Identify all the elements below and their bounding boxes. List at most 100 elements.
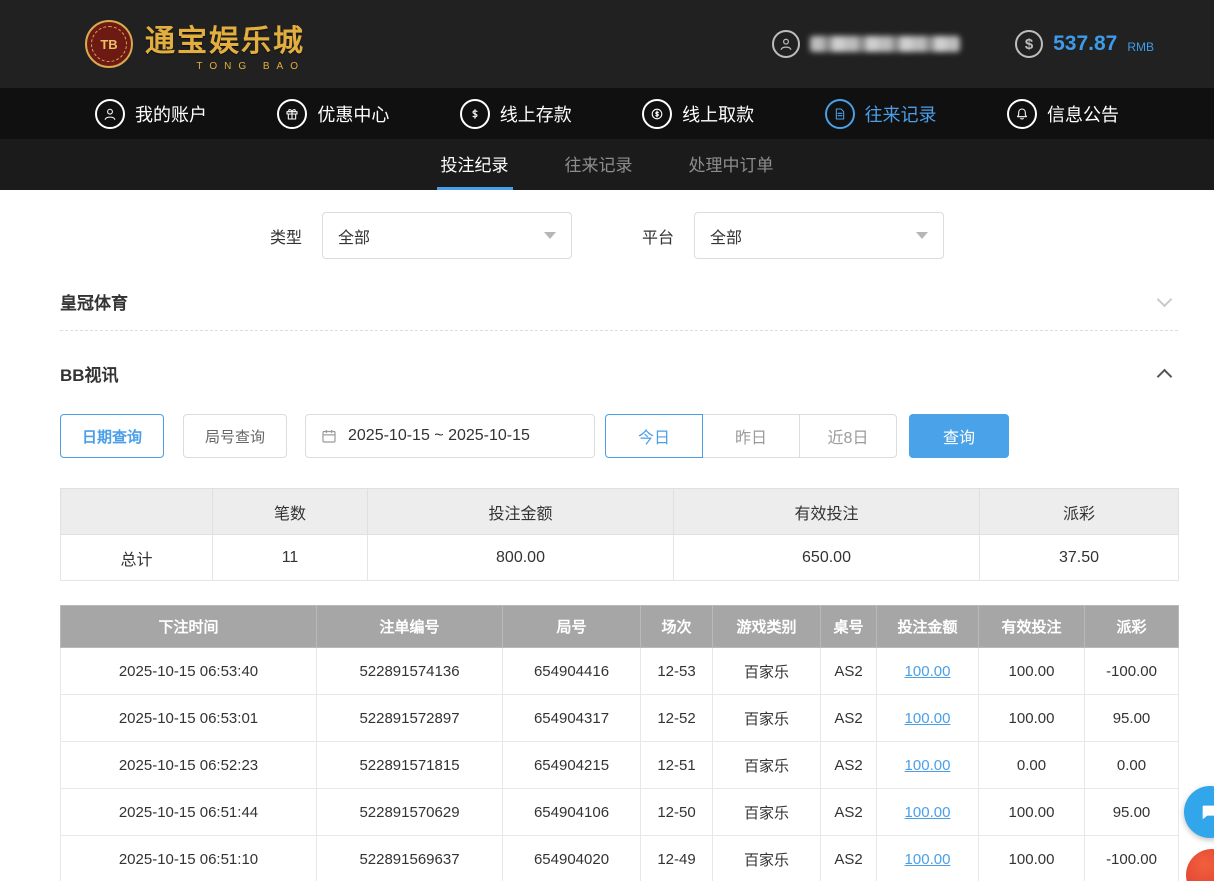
nav-label: 往来记录 <box>865 101 937 127</box>
bet-amount-link[interactable]: 100.00 <box>905 851 951 868</box>
col-header-valid-bet: 有效投注 <box>979 606 1085 648</box>
session: 12-50 <box>641 789 713 836</box>
table-no: AS2 <box>821 742 877 789</box>
bet-amount-link[interactable]: 100.00 <box>905 710 951 727</box>
chevron-up-icon[interactable] <box>1157 369 1173 385</box>
main-nav: 我的账户 优惠中心 线上存款 线上取款 往来记录 信息公告 <box>0 88 1214 139</box>
user-avatar-icon <box>772 30 800 58</box>
round-no: 654904215 <box>503 742 641 789</box>
summary-payout: 37.50 <box>980 535 1179 581</box>
payout: 95.00 <box>1085 789 1179 836</box>
bet-id: 522891572897 <box>317 695 503 742</box>
valid-bet: 100.00 <box>979 789 1085 836</box>
nav-label: 信息公告 <box>1047 101 1119 127</box>
col-header-table-no: 桌号 <box>821 606 877 648</box>
summary-header-cell: 派彩 <box>980 489 1179 535</box>
today-button[interactable]: 今日 <box>605 414 703 458</box>
game-type: 百家乐 <box>713 695 821 742</box>
last-8-days-button[interactable]: 近8日 <box>799 414 897 458</box>
round-no: 654904317 <box>503 695 641 742</box>
col-header-session: 场次 <box>641 606 713 648</box>
platform-filter-label: 平台 <box>642 224 674 248</box>
nav-item-records[interactable]: 往来记录 <box>825 99 937 129</box>
tab-transaction-records[interactable]: 往来记录 <box>561 139 637 190</box>
bet-id: 522891570629 <box>317 789 503 836</box>
summary-header-cell: 投注金额 <box>368 489 674 535</box>
summary-total-label: 总计 <box>61 535 213 581</box>
dollar-icon: $ <box>1015 30 1043 58</box>
nav-item-promotions[interactable]: 优惠中心 <box>277 99 389 129</box>
game-type: 百家乐 <box>713 789 821 836</box>
valid-bet: 100.00 <box>979 695 1085 742</box>
bet-time: 2025-10-15 06:52:23 <box>61 742 317 789</box>
bell-icon <box>1007 99 1037 129</box>
session: 12-49 <box>641 836 713 881</box>
date-range-value: 2025-10-15 ~ 2025-10-15 <box>348 427 530 445</box>
table-no: AS2 <box>821 695 877 742</box>
table-row: 2025-10-15 06:53:40 522891574136 6549044… <box>61 648 1179 695</box>
topbar: TB 通宝娱乐城 TONG BAO $ 537.87 RMB <box>0 0 1214 88</box>
divider <box>60 330 1178 331</box>
type-select[interactable]: 全部 <box>322 212 572 259</box>
section-crown-sports[interactable]: 皇冠体育 <box>60 289 1178 314</box>
col-header-game-type: 游戏类别 <box>713 606 821 648</box>
chevron-down-icon <box>916 232 928 239</box>
platform-select[interactable]: 全部 <box>694 212 944 259</box>
bet-amount-link[interactable]: 100.00 <box>905 757 951 774</box>
user-chip[interactable] <box>772 30 960 58</box>
calendar-icon <box>320 427 338 445</box>
brand-subtitle: TONG BAO <box>145 61 305 72</box>
chevron-down-icon[interactable] <box>1157 292 1173 308</box>
content: 类型 全部 平台 全部 皇冠体育 BB视讯 日期查询 局号查询 <box>0 190 1214 881</box>
table-row: 2025-10-15 06:51:44 522891570629 6549041… <box>61 789 1179 836</box>
date-query-button[interactable]: 日期查询 <box>60 414 164 458</box>
col-header-bet-id: 注单编号 <box>317 606 503 648</box>
betting-records-table: 下注时间 注单编号 局号 场次 游戏类别 桌号 投注金额 有效投注 派彩 202… <box>60 605 1179 881</box>
nav-label: 优惠中心 <box>317 101 389 127</box>
summary-header-cell: 笔数 <box>213 489 368 535</box>
bet-time: 2025-10-15 06:53:01 <box>61 695 317 742</box>
table-row: 2025-10-15 06:51:10 522891569637 6549040… <box>61 836 1179 881</box>
summary-bet-amount: 800.00 <box>368 535 674 581</box>
table-row: 2025-10-15 06:52:23 522891571815 6549042… <box>61 742 1179 789</box>
nav-item-deposit[interactable]: 线上存款 <box>460 99 572 129</box>
valid-bet: 100.00 <box>979 648 1085 695</box>
nav-label: 线上取款 <box>682 101 754 127</box>
tab-betting-records[interactable]: 投注纪录 <box>437 139 513 190</box>
session: 12-52 <box>641 695 713 742</box>
col-header-bet-amount: 投注金额 <box>877 606 979 648</box>
summary-valid-bet: 650.00 <box>674 535 980 581</box>
table-row: 2025-10-15 06:53:01 522891572897 6549043… <box>61 695 1179 742</box>
col-header-bet-time: 下注时间 <box>61 606 317 648</box>
filter-row: 类型 全部 平台 全部 <box>0 190 1214 259</box>
sub-tabs: 投注纪录 往来记录 处理中订单 <box>0 139 1214 190</box>
withdraw-icon <box>642 99 672 129</box>
brand-logo[interactable]: TB 通宝娱乐城 TONG BAO <box>85 16 305 72</box>
chat-bubble-icon <box>1199 801 1214 823</box>
bet-time: 2025-10-15 06:51:44 <box>61 789 317 836</box>
section-title: BB视讯 <box>60 361 119 386</box>
search-button[interactable]: 查询 <box>909 414 1009 458</box>
table-no: AS2 <box>821 836 877 881</box>
nav-item-withdraw[interactable]: 线上取款 <box>642 99 754 129</box>
summary-total-row: 总计 11 800.00 650.00 37.50 <box>61 535 1179 581</box>
table-no: AS2 <box>821 648 877 695</box>
yesterday-button[interactable]: 昨日 <box>702 414 800 458</box>
payout: -100.00 <box>1085 648 1179 695</box>
date-range-input[interactable]: 2025-10-15 ~ 2025-10-15 <box>305 414 595 458</box>
tab-pending-orders[interactable]: 处理中订单 <box>685 139 778 190</box>
nav-item-announcements[interactable]: 信息公告 <box>1007 99 1119 129</box>
section-bb-video[interactable]: BB视讯 <box>60 361 1178 386</box>
chevron-down-icon <box>544 232 556 239</box>
bet-amount-link[interactable]: 100.00 <box>905 804 951 821</box>
round-query-button[interactable]: 局号查询 <box>183 414 287 458</box>
nav-item-my-account[interactable]: 我的账户 <box>95 99 207 129</box>
records-icon <box>825 99 855 129</box>
balance-amount: 537.87 <box>1053 32 1117 56</box>
username-blurred <box>810 36 960 52</box>
balance[interactable]: $ 537.87 RMB <box>1015 30 1154 58</box>
bet-amount-link[interactable]: 100.00 <box>905 663 951 680</box>
bet-time: 2025-10-15 06:51:10 <box>61 836 317 881</box>
game-type: 百家乐 <box>713 836 821 881</box>
summary-header-row: 笔数 投注金额 有效投注 派彩 <box>61 489 1179 535</box>
